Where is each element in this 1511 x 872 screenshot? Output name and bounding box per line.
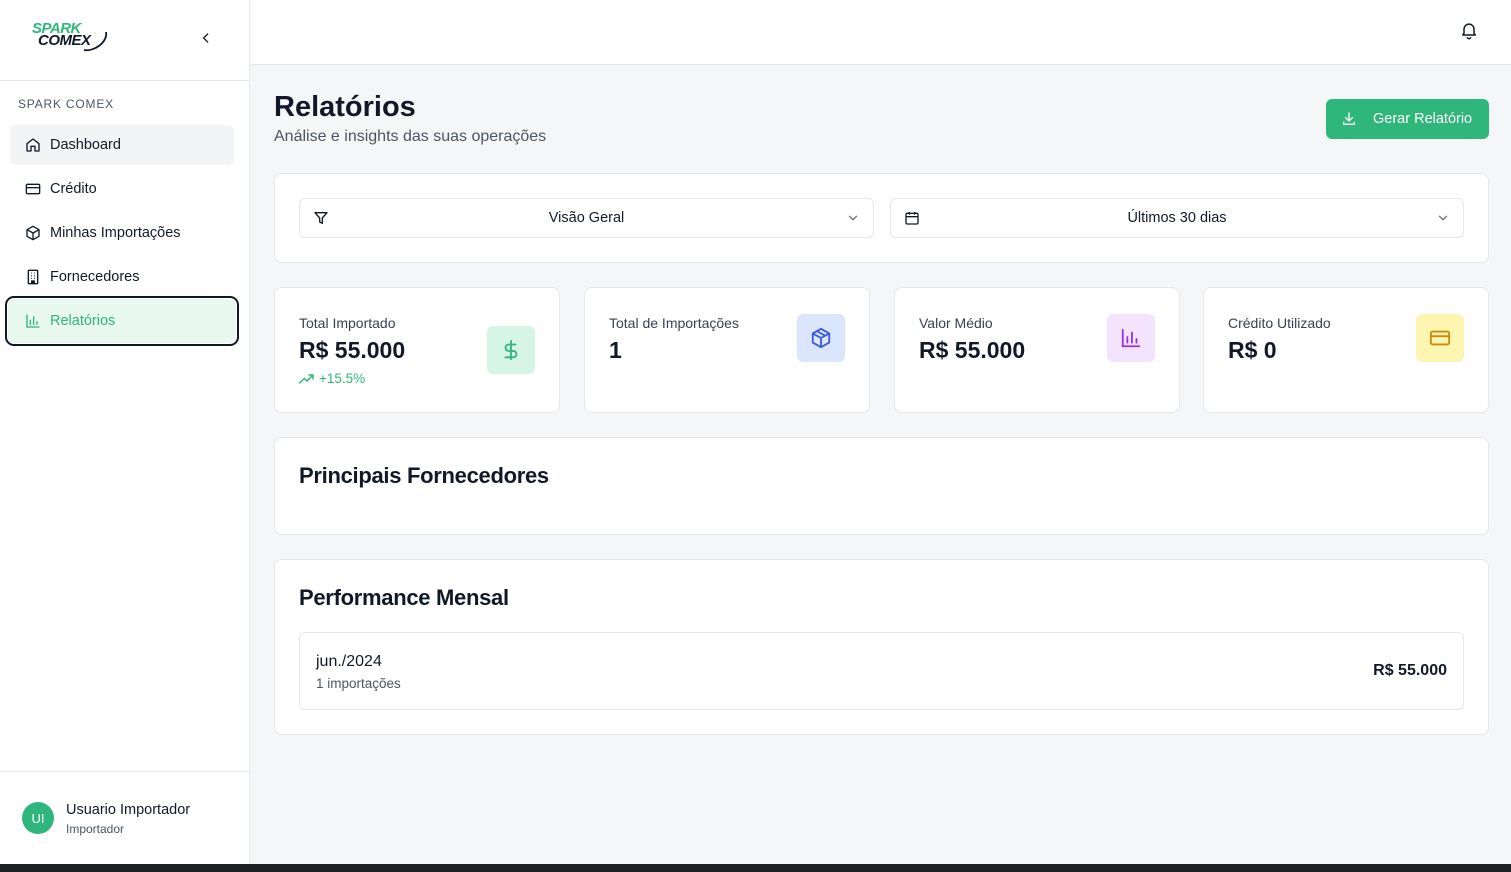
stat-card-credito-utilizado: Crédito Utilizado R$ 0 [1203, 287, 1489, 413]
calendar-icon [905, 212, 919, 225]
stat-icon-box [487, 326, 535, 374]
top-suppliers-card: Principais Fornecedores [274, 437, 1489, 535]
sidebar-header: SPARK COMEX [0, 0, 249, 81]
download-icon [1343, 112, 1355, 125]
trending-up-icon [299, 373, 314, 384]
sidebar-item-label: Crédito [50, 181, 97, 197]
bar-chart-icon [1121, 328, 1141, 348]
stat-card-total-importado: Total Importado R$ 55.000 +15.5% [274, 287, 560, 413]
user-role: Importador [66, 822, 125, 836]
stat-value: R$ 55.000 [299, 337, 406, 363]
dollar-icon [504, 339, 518, 361]
period-select[interactable]: Últimos 30 dias [890, 198, 1464, 238]
sidebar-item-label: Dashboard [50, 137, 121, 153]
stat-label: Valor Médio [919, 315, 993, 331]
credit-card-icon [1429, 330, 1451, 346]
package-icon [26, 225, 40, 241]
view-select-value: Visão Geral [548, 210, 625, 226]
page-title: Relatórios [274, 91, 416, 123]
stat-label: Crédito Utilizado [1228, 315, 1331, 331]
stat-label: Total Importado [299, 315, 396, 331]
bottom-bar [0, 864, 1511, 872]
filter-icon [314, 212, 328, 224]
sidebar-item-importacoes[interactable]: Minhas Importações [10, 213, 234, 253]
logo-swoosh-icon [83, 31, 107, 52]
user-profile[interactable]: UI Usuario Importador Importador [0, 771, 249, 864]
sidebar: SPARK COMEX SPARK COMEX Dashboard Crédit… [0, 0, 250, 864]
bar-chart-icon [26, 314, 40, 328]
perf-count: 1 importações [316, 676, 401, 691]
sidebar-section-label: SPARK COMEX [18, 97, 114, 111]
user-name: Usuario Importador [66, 802, 191, 818]
building-icon [27, 269, 39, 285]
stat-value: 1 [609, 337, 622, 363]
sidebar-item-fornecedores[interactable]: Fornecedores [10, 257, 234, 297]
notifications-button[interactable] [1459, 20, 1479, 40]
sidebar-item-label: Relatórios [50, 313, 116, 329]
stat-icon-box [1416, 314, 1464, 362]
top-bar [251, 0, 1511, 65]
view-select[interactable]: Visão Geral [299, 198, 874, 238]
stat-icon-box [1107, 314, 1155, 362]
home-icon [26, 138, 40, 152]
stat-value: R$ 0 [1228, 337, 1277, 363]
bell-icon [1462, 23, 1476, 40]
sidebar-item-label: Minhas Importações [50, 225, 181, 241]
monthly-performance-card: Performance Mensal jun./2024 1 importaçõ… [274, 559, 1489, 735]
section-title: Principais Fornecedores [299, 463, 549, 488]
sidebar-item-dashboard[interactable]: Dashboard [10, 125, 234, 165]
credit-card-icon [25, 183, 41, 195]
perf-value: R$ 55.000 [1373, 662, 1447, 679]
sidebar-item-relatorios[interactable]: Relatórios [5, 296, 239, 346]
generate-report-button[interactable]: Gerar Relatório [1326, 99, 1489, 139]
perf-month: jun./2024 [316, 653, 382, 670]
stat-card-valor-medio: Valor Médio R$ 55.000 [894, 287, 1180, 413]
filters-card: Visão Geral Últimos 30 dias [274, 173, 1489, 263]
brand-logo[interactable]: SPARK COMEX [30, 20, 112, 56]
package-icon [811, 327, 831, 349]
period-select-value: Últimos 30 dias [1127, 210, 1227, 226]
avatar: UI [22, 802, 54, 834]
collapse-sidebar-button[interactable] [194, 26, 218, 50]
chevron-down-icon [848, 215, 858, 221]
section-title: Performance Mensal [299, 585, 509, 610]
generate-report-label: Gerar Relatório [1373, 111, 1473, 127]
stat-label: Total de Importações [609, 315, 739, 331]
stat-trend-value: +15.5% [319, 371, 366, 386]
stat-icon-box [797, 314, 845, 362]
sidebar-item-credito[interactable]: Crédito [10, 169, 234, 209]
list-item: jun./2024 1 importações R$ 55.000 [299, 632, 1464, 710]
sidebar-item-label: Fornecedores [50, 269, 140, 285]
chevron-left-icon [203, 33, 209, 43]
sidebar-nav: Dashboard Crédito Minhas Importações For… [5, 125, 239, 347]
stat-trend: +15.5% [299, 371, 365, 386]
stat-value: R$ 55.000 [919, 337, 1026, 363]
chevron-down-icon [1438, 215, 1448, 221]
stat-card-total-importacoes: Total de Importações 1 [584, 287, 870, 413]
page-subtitle: Análise e insights das suas operações [274, 128, 547, 145]
